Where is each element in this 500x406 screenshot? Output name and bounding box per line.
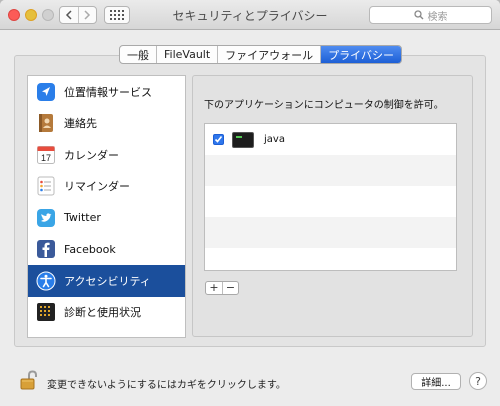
grid-icon [110, 10, 124, 20]
app-enabled-checkbox[interactable] [213, 134, 224, 145]
sidebar-item-label: Twitter [64, 211, 101, 225]
lock-icon[interactable] [18, 369, 40, 391]
accessibility-icon [36, 271, 56, 291]
sidebar-item-label: 連絡先 [64, 117, 97, 131]
sidebar-item-label: リマインダー [64, 180, 130, 194]
facebook-f-icon [36, 239, 56, 259]
list-item-empty [205, 155, 456, 186]
sidebar-item-calendar[interactable]: 17 カレンダー [28, 139, 185, 171]
remove-app-button[interactable]: − [222, 282, 238, 294]
title-bar: セキュリティとプライバシー 検索 [0, 0, 500, 30]
sidebar-item-contacts[interactable]: 連絡先 [28, 108, 185, 140]
tab-privacy[interactable]: プライバシー [320, 46, 401, 63]
reminders-list-icon [36, 176, 56, 196]
search-icon [413, 10, 423, 20]
list-item-empty [205, 217, 456, 248]
checkmark-icon [214, 136, 223, 143]
sidebar-item-diagnostics[interactable]: 診断と使用状況 [28, 297, 185, 329]
search-field[interactable]: 検索 [369, 6, 492, 24]
zoom-button[interactable] [42, 9, 54, 21]
calendar-date-text: 17 [41, 153, 51, 163]
list-item[interactable]: java [205, 124, 456, 155]
app-name: java [264, 134, 285, 145]
app-list: java [204, 123, 457, 271]
add-remove-control: + − [205, 281, 239, 295]
advanced-button[interactable]: 詳細... [411, 373, 461, 390]
minimize-button[interactable] [25, 9, 37, 21]
terminal-app-icon [232, 131, 254, 148]
sidebar-item-label: 診断と使用状況 [64, 306, 141, 320]
tab-general[interactable]: 一般 [120, 46, 156, 63]
contacts-book-icon [36, 113, 56, 133]
list-item-empty [205, 186, 456, 217]
sidebar-item-facebook[interactable]: Facebook [28, 234, 185, 266]
sidebar-item-location-services[interactable]: 位置情報サービス [28, 76, 185, 108]
forward-button[interactable] [77, 7, 96, 23]
close-button[interactable] [8, 9, 20, 21]
calendar-icon: 17 [36, 145, 56, 165]
tab-bar: 一般 FileVault ファイアウォール プライバシー [119, 45, 402, 64]
instruction-text: 下のアプリケーションにコンピュータの制御を許可。 [204, 100, 444, 111]
help-button[interactable]: ? [469, 372, 487, 390]
lock-message: 変更できないようにするにはカギをクリックします。 [47, 380, 286, 391]
back-forward-control [59, 6, 97, 24]
diagnostics-icon [36, 302, 56, 322]
chevron-right-icon [84, 10, 91, 20]
sidebar-item-reminders[interactable]: リマインダー [28, 171, 185, 203]
sidebar-item-label: アクセシビリティ [64, 274, 151, 288]
tab-filevault[interactable]: FileVault [156, 46, 217, 63]
location-arrow-icon [36, 82, 56, 102]
privacy-category-list: 位置情報サービス 連絡先 17 カレンダー リマインダー Twitter Fac… [27, 75, 186, 338]
tab-firewall[interactable]: ファイアウォール [217, 46, 320, 63]
sidebar-item-accessibility[interactable]: アクセシビリティ [28, 265, 185, 297]
sidebar-item-label: カレンダー [64, 148, 119, 162]
show-all-button[interactable] [104, 6, 130, 24]
window-title: セキュリティとプライバシー [172, 9, 328, 23]
sidebar-item-label: Facebook [64, 242, 116, 256]
chevron-left-icon [65, 10, 72, 20]
search-placeholder: 検索 [427, 11, 448, 23]
twitter-bird-icon [36, 208, 56, 228]
sidebar-item-twitter[interactable]: Twitter [28, 202, 185, 234]
add-app-button[interactable]: + [206, 282, 222, 294]
sidebar-item-label: 位置情報サービス [64, 85, 152, 99]
preferences-window: セキュリティとプライバシー 検索 一般 FileVault ファイアウォール プ… [0, 0, 500, 406]
back-button[interactable] [60, 7, 78, 23]
